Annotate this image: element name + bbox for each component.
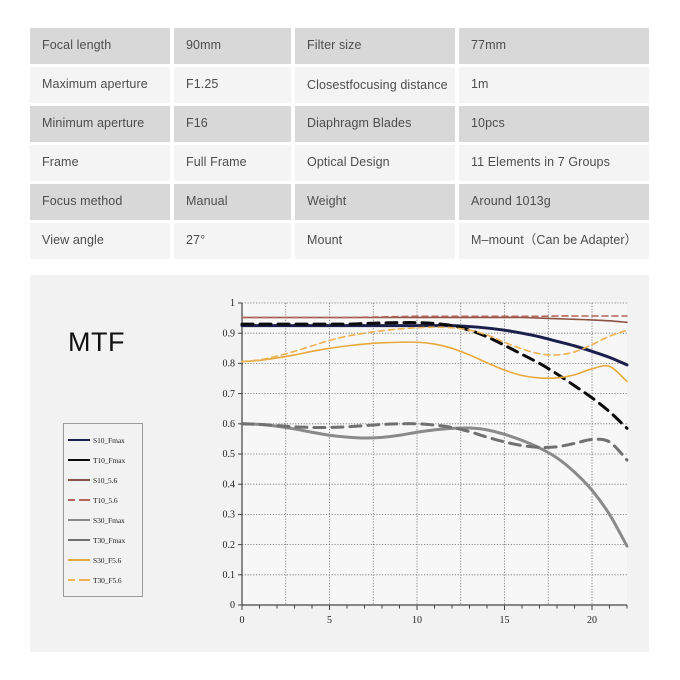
svg-text:1: 1 bbox=[230, 298, 235, 309]
legend-label: S30_Fmax bbox=[93, 515, 125, 525]
legend-label: T30_Fmax bbox=[93, 535, 126, 545]
table-row: View angle 27° Mount M–mount（Can be Adapter… bbox=[30, 223, 649, 259]
svg-text:0.4: 0.4 bbox=[223, 479, 236, 490]
spec-label-cell: Focal length bbox=[30, 28, 170, 64]
spec-label-cell: Optical Design bbox=[295, 145, 455, 181]
spec-value-cell: F1.25 bbox=[174, 67, 291, 103]
legend-label: T10_Fmax bbox=[93, 455, 126, 465]
svg-text:20: 20 bbox=[587, 615, 597, 626]
svg-text:5: 5 bbox=[327, 615, 332, 626]
legend-line-icon bbox=[68, 436, 90, 444]
spec-label-cell: View angle bbox=[30, 223, 170, 259]
spec-label-cell: Mount bbox=[295, 223, 455, 259]
svg-text:0.5: 0.5 bbox=[223, 449, 236, 460]
legend-line-icon bbox=[68, 476, 90, 484]
svg-text:0.2: 0.2 bbox=[223, 540, 236, 551]
legend-line-icon bbox=[68, 496, 90, 504]
svg-text:0.1: 0.1 bbox=[223, 570, 236, 581]
legend-label: S30_F5.6 bbox=[93, 555, 122, 565]
legend-item: T30_Fmax bbox=[68, 530, 138, 550]
legend-line-icon bbox=[68, 576, 90, 584]
spec-value-cell: 90mm bbox=[174, 28, 291, 64]
legend-item: T10_Fmax bbox=[68, 450, 138, 470]
mtf-legend: S10_Fmax T10_Fmax S10_5.6 T10_5.6 S30_Fmax T3… bbox=[63, 423, 143, 597]
spec-value-cell: 77mm bbox=[459, 28, 649, 64]
spec-value-cell: 11 Elements in 7 Groups bbox=[459, 145, 649, 181]
legend-label: T30_F5.6 bbox=[93, 575, 122, 585]
table-row: Minimum aperture F16 Diaphragm Blades 10pcs bbox=[30, 106, 649, 142]
spec-label-cell: Filter size bbox=[295, 28, 455, 64]
spec-label-cell: Diaphragm Blades bbox=[295, 106, 455, 142]
legend-item: S10_5.6 bbox=[68, 470, 138, 490]
spec-label-cell: Weight bbox=[295, 184, 455, 220]
spec-value-cell: 1m bbox=[459, 67, 649, 103]
svg-text:0.7: 0.7 bbox=[223, 389, 236, 400]
table-row: Focus method Manual Weight Around 1013g bbox=[30, 184, 649, 220]
legend-item: S30_F5.6 bbox=[68, 550, 138, 570]
svg-text:0.9: 0.9 bbox=[223, 328, 236, 339]
legend-line-icon bbox=[68, 516, 90, 524]
legend-label: S10_5.6 bbox=[93, 475, 118, 485]
spec-value-cell: 10pcs bbox=[459, 106, 649, 142]
spec-value-cell: M–mount（Can be Adapter） bbox=[459, 223, 649, 259]
legend-item: S30_Fmax bbox=[68, 510, 138, 530]
svg-text:0: 0 bbox=[230, 600, 235, 611]
specification-table: Focal length 90mm Filter size 77mm Maximum a… bbox=[30, 28, 649, 259]
svg-text:15: 15 bbox=[500, 615, 510, 626]
table-row: Maximum aperture F1.25 Closest focusing dis… bbox=[30, 67, 649, 103]
table-row: Focal length 90mm Filter size 77mm bbox=[30, 28, 649, 64]
spec-value-cell: 27° bbox=[174, 223, 291, 259]
svg-text:0.3: 0.3 bbox=[223, 510, 236, 521]
legend-label: S10_Fmax bbox=[93, 435, 125, 445]
table-row: Frame Full Frame Optical Design 11 Elements… bbox=[30, 145, 649, 181]
spec-label-cell: Maximum aperture bbox=[30, 67, 170, 103]
legend-item: T10_5.6 bbox=[68, 490, 138, 510]
spec-value-cell: F16 bbox=[174, 106, 291, 142]
svg-text:0.6: 0.6 bbox=[223, 419, 236, 430]
spec-value-cell: Manual bbox=[174, 184, 291, 220]
mtf-plot-svg: 00.10.20.30.40.50.60.70.80.910 5 10 15 20 bbox=[210, 293, 635, 638]
svg-text:0.8: 0.8 bbox=[223, 359, 236, 370]
spec-label-cell: Minimum aperture bbox=[30, 106, 170, 142]
legend-line-icon bbox=[68, 536, 90, 544]
legend-item: T30_F5.6 bbox=[68, 570, 138, 590]
mtf-plot: 0 0.1 0.2 0.3 0.4 0.5 0.6 0.7 0.8 0.9 1 0 5 10 15 20 bbox=[210, 293, 635, 638]
svg-text:0: 0 bbox=[240, 615, 245, 626]
spec-label-cell: Closest focusing distance bbox=[295, 67, 455, 103]
spec-value-cell: Full Frame bbox=[174, 145, 291, 181]
spec-label-cell: Frame bbox=[30, 145, 170, 181]
svg-text:10: 10 bbox=[412, 615, 422, 626]
legend-line-icon bbox=[68, 556, 90, 564]
spec-label-cell: Focus method bbox=[30, 184, 170, 220]
mtf-title: MTF bbox=[68, 327, 125, 357]
legend-line-icon bbox=[68, 456, 90, 464]
legend-item: S10_Fmax bbox=[68, 430, 138, 450]
spec-value-cell: Around 1013g bbox=[459, 184, 649, 220]
mtf-panel: MTF S10_Fmax T10_Fmax S10_5.6 T10_5.6 S30_Fm… bbox=[30, 275, 649, 652]
legend-label: T10_5.6 bbox=[93, 495, 118, 505]
